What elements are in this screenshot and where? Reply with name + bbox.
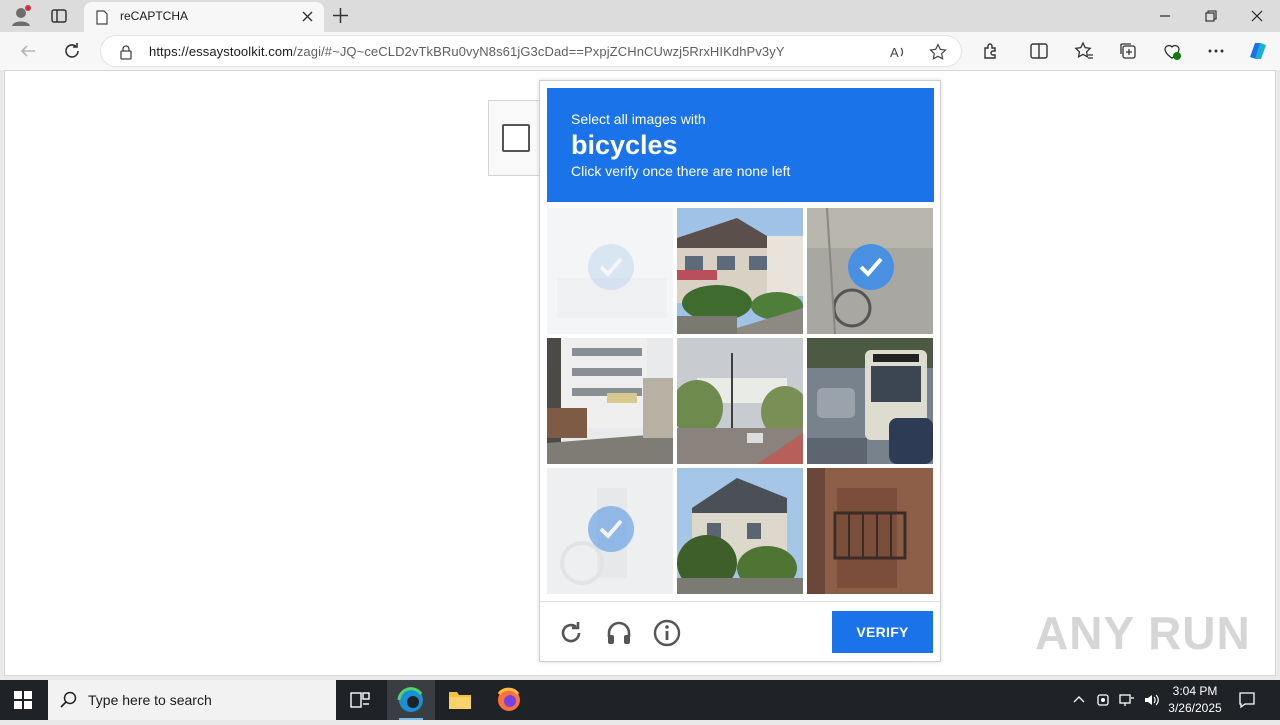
close-window-icon[interactable] — [1250, 9, 1264, 23]
clock-date: 3/26/2025 — [1168, 701, 1222, 715]
anyrun-watermark: ANY RUN — [1035, 607, 1251, 659]
tab-recaptcha[interactable]: reCAPTCHA — [84, 2, 324, 32]
refresh-icon[interactable] — [62, 41, 82, 61]
task-view-icon[interactable] — [336, 680, 384, 720]
footer-divider — [540, 601, 940, 602]
firefox-icon[interactable] — [485, 680, 533, 720]
check-icon — [848, 244, 894, 290]
browser-essentials-icon[interactable] — [1162, 41, 1182, 61]
favorites-icon[interactable] — [1074, 41, 1094, 61]
tile-7[interactable] — [547, 468, 673, 594]
check-icon — [588, 244, 634, 290]
recaptcha-checkbox[interactable] — [502, 124, 530, 152]
split-screen-icon[interactable] — [1029, 41, 1049, 61]
collections-icon[interactable] — [1118, 41, 1138, 61]
browser-toolbar: https://essaystoolkit.com/zagi/#~JQ~ceCL… — [0, 32, 1280, 70]
windows-start-icon[interactable] — [14, 691, 32, 709]
restore-icon[interactable] — [1204, 9, 1218, 23]
system-clock[interactable]: 3:04 PM 3/26/2025 — [1162, 683, 1228, 717]
tab-actions-icon[interactable] — [50, 7, 68, 25]
read-aloud-icon[interactable]: A — [889, 43, 907, 61]
tile-2[interactable] — [677, 208, 803, 334]
search-placeholder: Type here to search — [88, 692, 212, 708]
tile-4[interactable] — [547, 338, 673, 464]
edge-taskbar-icon[interactable] — [387, 680, 435, 720]
lock-icon[interactable] — [119, 44, 133, 60]
address-bar[interactable]: https://essaystoolkit.com/zagi/#~JQ~ceCL… — [100, 35, 962, 67]
volume-icon[interactable] — [1143, 692, 1159, 708]
info-icon[interactable] — [653, 619, 681, 647]
prompt-line: Select all images with — [571, 111, 706, 127]
chevron-up-icon[interactable] — [1071, 692, 1087, 708]
reload-icon[interactable] — [557, 619, 585, 647]
headphones-icon[interactable] — [605, 619, 633, 647]
tile-3[interactable] — [807, 208, 933, 334]
page-icon — [96, 10, 108, 25]
url-host: https://essaystoolkit.com — [149, 44, 294, 59]
tile-6[interactable] — [807, 338, 933, 464]
search-icon — [60, 691, 78, 709]
svg-text:A: A — [890, 45, 899, 60]
clock-time: 3:04 PM — [1172, 684, 1218, 698]
favorite-star-icon[interactable] — [929, 43, 947, 61]
close-icon[interactable] — [301, 10, 314, 23]
tab-title: reCAPTCHA — [120, 9, 189, 23]
file-explorer-icon[interactable] — [436, 680, 484, 720]
url-path: /zagi/#~JQ~ceCLD2vTkBRu0vyN8s61jG3cDad==… — [293, 44, 785, 59]
copilot-icon[interactable] — [1246, 39, 1270, 63]
url-text[interactable]: https://essaystoolkit.com/zagi/#~JQ~ceCL… — [149, 44, 785, 59]
more-options-icon[interactable] — [1206, 41, 1226, 61]
challenge-header: Select all images with bicycles Click ve… — [547, 88, 934, 202]
tile-8[interactable] — [677, 468, 803, 594]
new-tab-button[interactable] — [332, 7, 349, 24]
tile-5[interactable] — [677, 338, 803, 464]
prompt-target: bicycles — [571, 130, 678, 160]
captcha-challenge: Select all images with bicycles Click ve… — [539, 80, 941, 662]
check-icon — [588, 506, 634, 552]
tile-9[interactable] — [807, 468, 933, 594]
minimize-icon[interactable] — [1158, 9, 1172, 23]
verify-button[interactable]: VERIFY — [832, 611, 933, 653]
taskbar: Type here to search 3:04 PM 3/26/2025 — [0, 680, 1280, 720]
taskbar-search[interactable]: Type here to search — [48, 680, 336, 720]
extensions-icon[interactable] — [981, 41, 1001, 61]
security-tray-icon[interactable] — [1095, 692, 1111, 708]
back-icon[interactable] — [18, 41, 38, 61]
profile-icon[interactable] — [10, 5, 32, 27]
tab-strip: reCAPTCHA — [0, 0, 1280, 32]
tile-1[interactable] — [547, 208, 673, 334]
recaptcha-anchor — [488, 100, 544, 176]
network-icon[interactable] — [1119, 692, 1135, 708]
notification-icon[interactable] — [1238, 691, 1256, 709]
prompt-instruction: Click verify once there are none left — [571, 163, 791, 179]
